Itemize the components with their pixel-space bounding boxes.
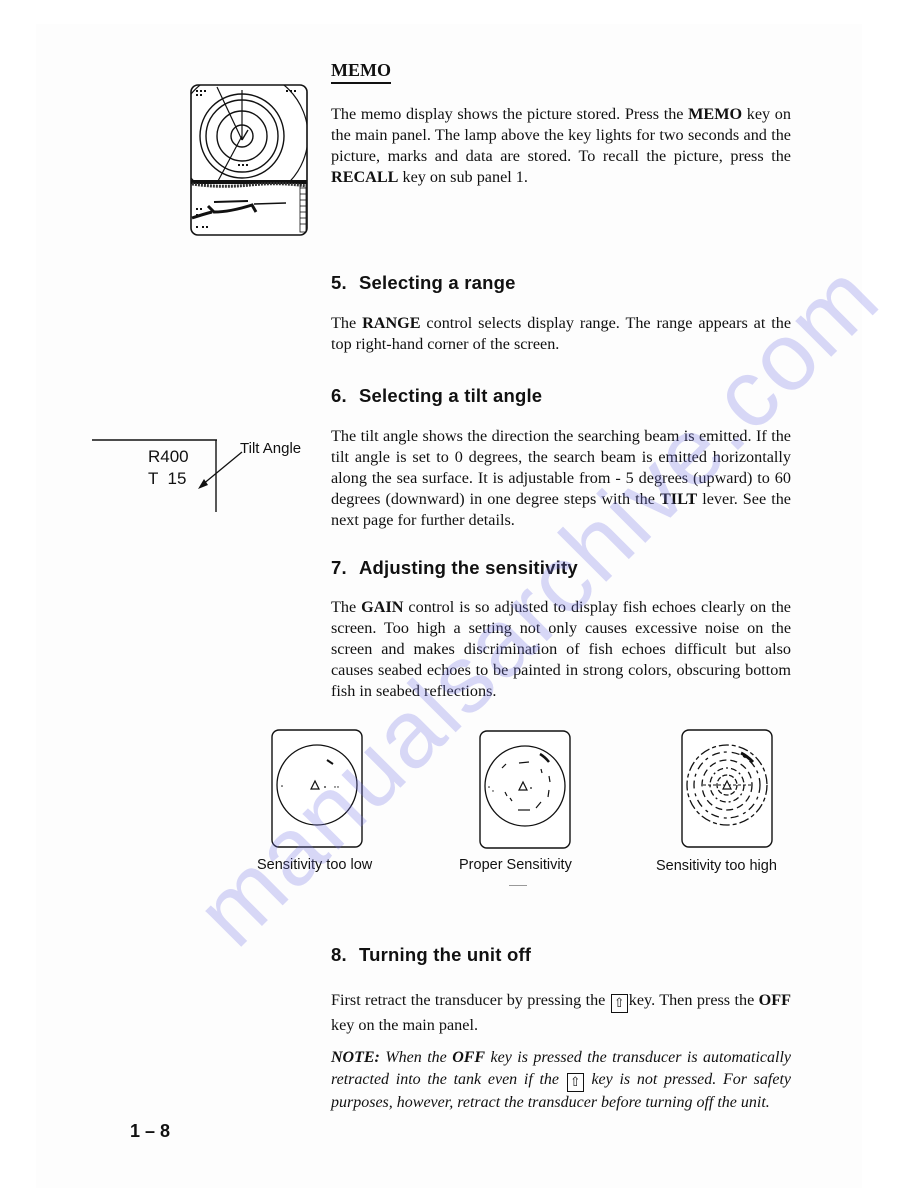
sonar-proper-sensitivity-icon: [479, 730, 571, 849]
memo-paragraph: The memo display shows the picture store…: [331, 105, 791, 186]
page-number: 1 – 8: [130, 1121, 171, 1141]
off-key-label: OFF: [758, 991, 791, 1009]
tilt-angle-callout: Tilt Angle: [240, 440, 302, 457]
tilt-readout: T 15: [148, 469, 187, 488]
stray-dash: [509, 885, 527, 886]
memo-title: MEMO: [331, 60, 391, 84]
section-5-paragraph: The RANGE control selects display range.…: [331, 314, 791, 353]
memo-display-icon: [190, 84, 308, 236]
note-off-key-label: OFF: [452, 1049, 486, 1066]
note-paragraph: NOTE: When the OFF key is pressed the tr…: [331, 1049, 792, 1111]
caption-proper-sensitivity: Proper Sensitivity: [459, 857, 572, 873]
range-readout: R400: [148, 447, 189, 466]
note-label: NOTE:: [331, 1049, 380, 1066]
tilt-lever-label: TILT: [659, 490, 698, 508]
sonar-high-sensitivity-icon: [681, 729, 773, 848]
gain-control-label: GAIN: [361, 598, 404, 616]
section-8-paragraph: First retract the transducer by pressing…: [331, 991, 791, 1034]
memo-key-label: MEMO: [688, 105, 743, 123]
section-8-heading: 8. Turning the unit off: [331, 944, 532, 965]
section-7-heading: 7. Adjusting the sensitivity: [331, 557, 578, 578]
section-6-paragraph: The tilt angle shows the direction the s…: [331, 427, 791, 529]
section-5-heading: 5. Selecting a range: [331, 272, 516, 293]
retract-key-icon: ⇧: [610, 994, 628, 1013]
retract-key-icon: ⇧: [566, 1073, 584, 1092]
sonar-low-sensitivity-icon: [271, 729, 363, 848]
caption-high-sensitivity: Sensitivity too high: [656, 858, 777, 874]
caption-low-sensitivity: Sensitivity too low: [257, 857, 373, 873]
section-7-paragraph: The GAIN control is so adjusted to displ…: [331, 598, 791, 700]
range-control-label: RANGE: [362, 314, 421, 332]
section-6-heading: 6. Selecting a tilt angle: [331, 385, 543, 406]
recall-key-label: RECALL: [331, 168, 399, 186]
